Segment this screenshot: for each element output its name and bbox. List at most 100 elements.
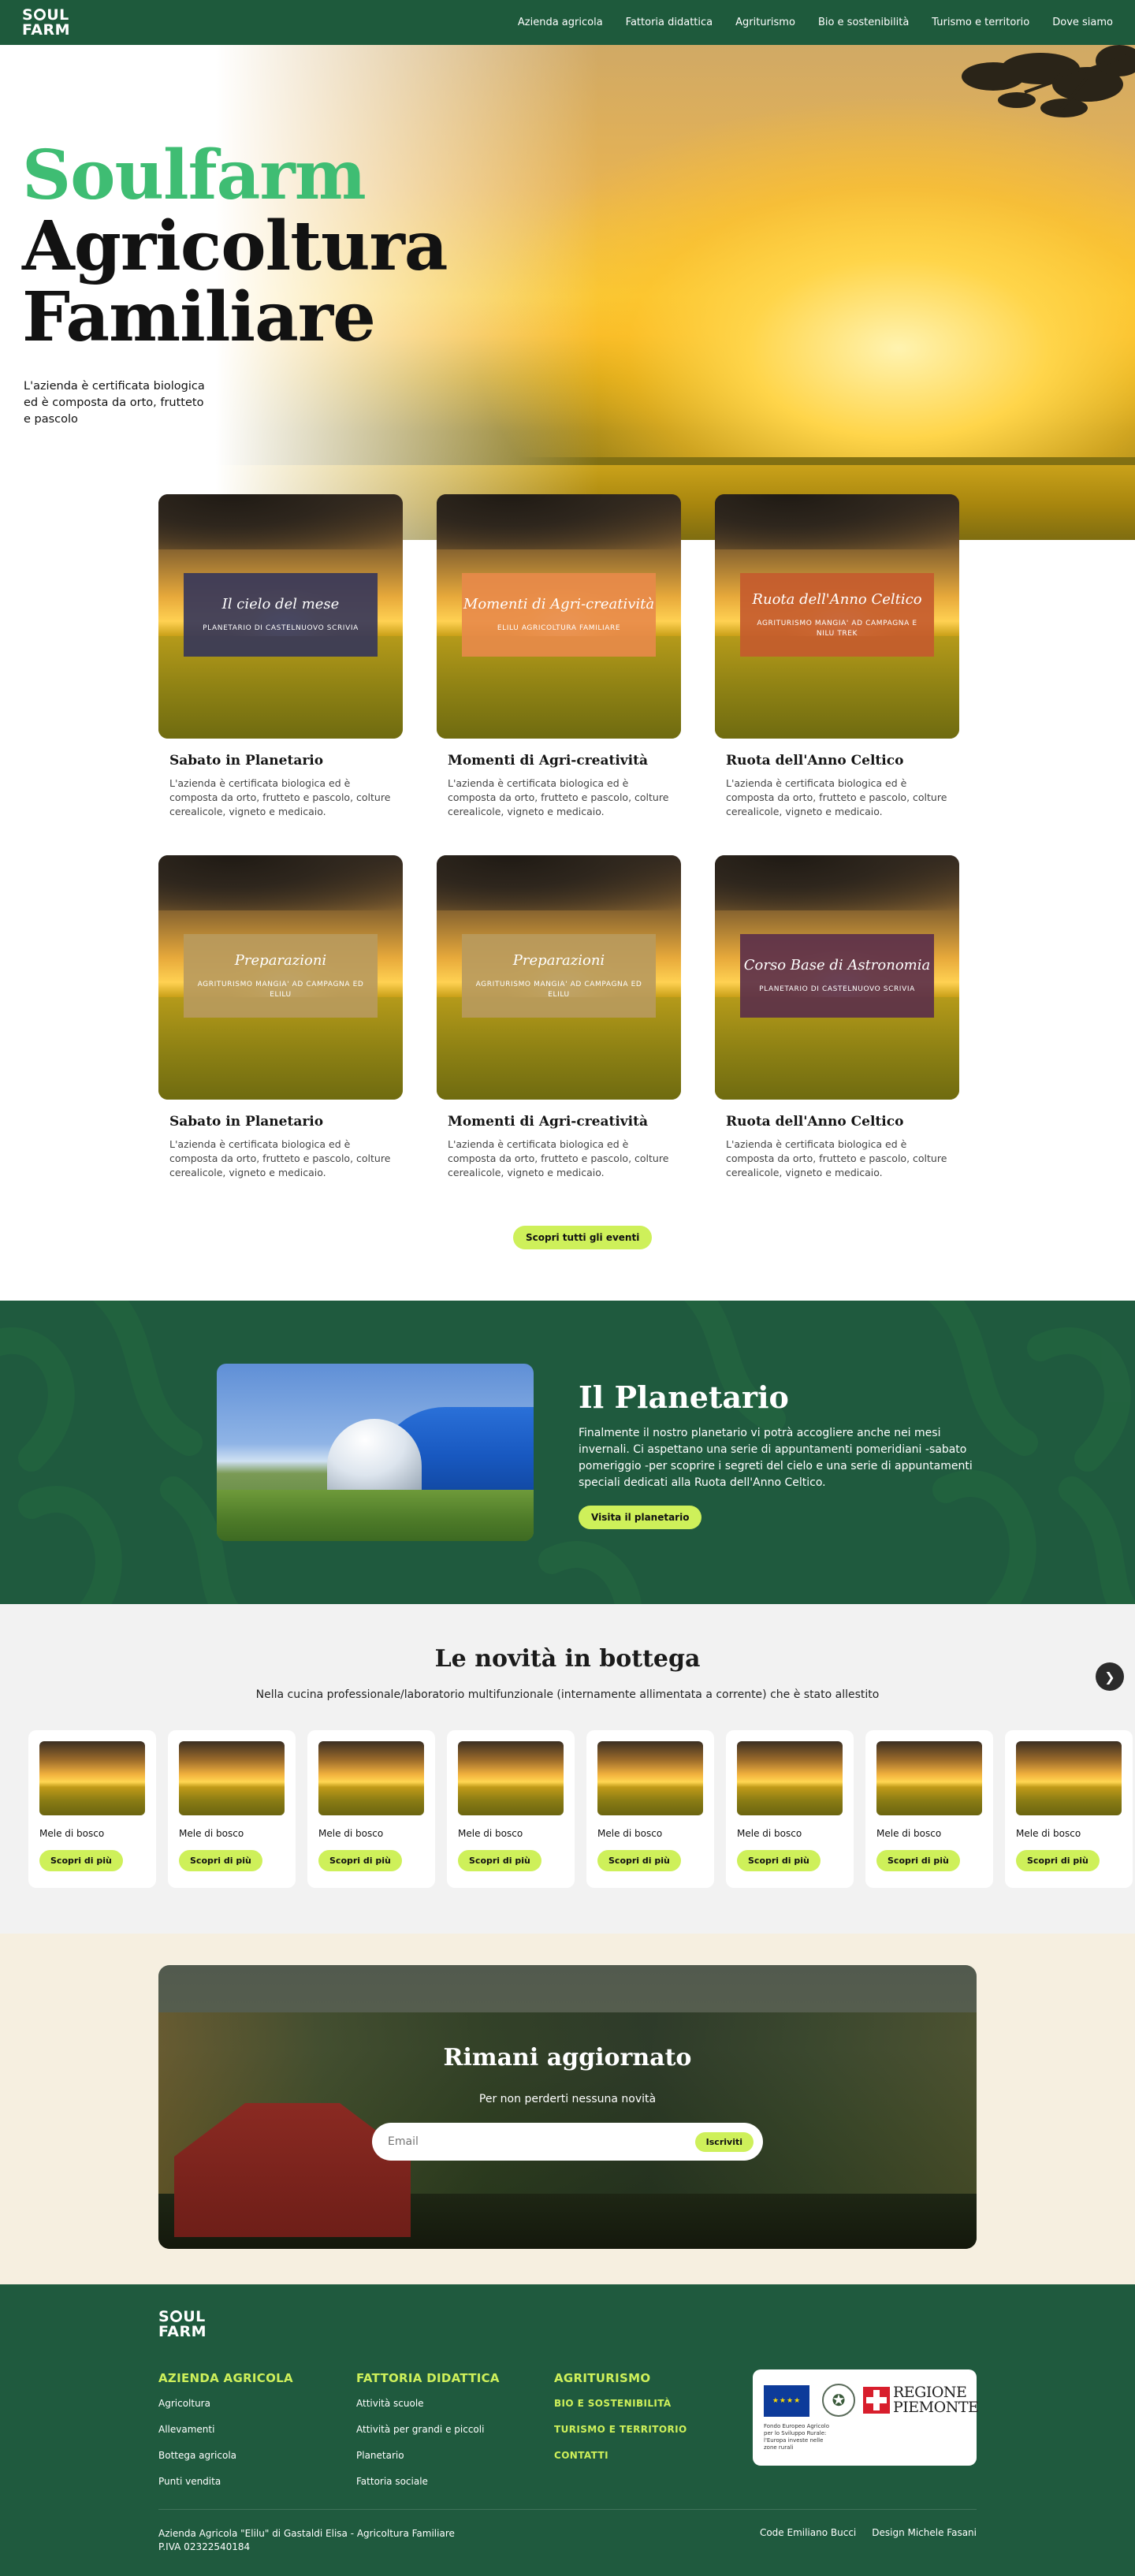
planetario-title: Il Planetario (579, 1379, 789, 1415)
credits: Code Emiliano Bucci Design Michele Fasan… (760, 2527, 977, 2538)
subscribe-button[interactable]: Iscriviti (694, 2132, 754, 2152)
email-input[interactable] (388, 2132, 672, 2151)
event-overlay-subtitle: ELILU AGRICOLTURA FAMILIARE (497, 624, 621, 632)
product-image (597, 1741, 703, 1815)
logo-line-1: S UL (22, 6, 69, 24)
product-name: Mele di bosco (1016, 1828, 1081, 1839)
event-overlay-title: Ruota dell'Anno Celtico (752, 590, 922, 608)
product-card[interactable]: Mele di bosco Scopri di più (586, 1730, 714, 1888)
footer-link-attivita-scuole[interactable]: Attività scuole (356, 2398, 500, 2409)
footer-link-agricoltura[interactable]: Agricoltura (158, 2398, 293, 2409)
event-card[interactable]: Preparazioni AGRITURISMO MANGIA' AD CAMPA… (437, 855, 681, 1180)
nav-item-fattoria-didattica[interactable]: Fattoria didattica (626, 17, 713, 28)
italian-republic-emblem-icon: ✪ (822, 2384, 855, 2417)
hero-title-line-3: Familiare (22, 277, 376, 357)
footer-link-allevamenti[interactable]: Allevamenti (158, 2424, 293, 2435)
eu-flag-icon: ★★★★ (764, 2385, 809, 2417)
regione-piemonte-logo: REGIONE PIEMONTE (893, 2384, 979, 2416)
event-title[interactable]: Sabato in Planetario (169, 753, 403, 769)
logo-line-2: FARM (22, 20, 71, 39)
product-details-button[interactable]: Scopri di più (179, 1850, 262, 1871)
company-info: Azienda Agricola "Elilu" di Gastaldi Eli… (158, 2528, 455, 2552)
event-description: L'azienda è certificata biologica ed è c… (169, 777, 391, 817)
footer-col-azienda: AZIENDA AGRICOLA Agricoltura Allevamenti… (158, 2371, 293, 2502)
newsletter-title: Rimani aggiornato (443, 2044, 692, 2072)
event-overlay-title: Corso Base di Astronomia (743, 957, 931, 973)
event-title[interactable]: Sabato in Planetario (169, 1114, 403, 1130)
product-details-button[interactable]: Scopri di più (876, 1850, 960, 1871)
product-image (458, 1741, 564, 1815)
event-overlay-title: Preparazioni (512, 951, 605, 969)
funding-logos: ★★★★ Fondo Europeo Agricolo per lo Svilu… (753, 2369, 979, 2466)
event-overlay-title: Il cielo del mese (221, 596, 340, 612)
event-card[interactable]: Il cielo del mese PLANETARIO DI CASTELNUO… (158, 494, 403, 819)
top-navbar: S UL FARM Azienda agricola Fattoria didat… (0, 0, 1135, 45)
nav-item-agriturismo[interactable]: Agriturismo (735, 17, 795, 28)
event-image[interactable]: Ruota dell'Anno Celtico AGRITURISMO MANGI… (715, 494, 959, 739)
event-card[interactable]: Ruota dell'Anno Celtico AGRITURISMO MANGI… (715, 494, 959, 819)
event-image[interactable]: Preparazioni AGRITURISMO MANGIA' AD CAMPA… (158, 855, 403, 1100)
footer-col-title: AZIENDA AGRICOLA (158, 2371, 293, 2385)
product-card[interactable]: Mele di bosco Scopri di più (1005, 1730, 1133, 1888)
footer-col-fattoria: FATTORIA DIDATTICA Attività scuole Attiv… (356, 2371, 500, 2502)
event-title[interactable]: Ruota dell'Anno Celtico (726, 753, 959, 769)
product-name: Mele di bosco (318, 1828, 384, 1839)
footer-link-planetario[interactable]: Planetario (356, 2450, 500, 2461)
product-card[interactable]: Mele di bosco Scopri di più (726, 1730, 854, 1888)
product-details-button[interactable]: Scopri di più (1016, 1850, 1100, 1871)
event-title[interactable]: Momenti di Agri-creatività (448, 1114, 681, 1130)
event-image[interactable]: Corso Base di Astronomia PLANETARIO DI CA… (715, 855, 959, 1100)
piemonte-flag-icon (863, 2387, 890, 2414)
product-card[interactable]: Mele di bosco Scopri di più (307, 1730, 435, 1888)
event-card[interactable]: Preparazioni AGRITURISMO MANGIA' AD CAMPA… (158, 855, 403, 1180)
footer-link-bio[interactable]: BIO E SOSTENIBILITÀ (554, 2398, 687, 2409)
chevron-right-icon[interactable]: ❯ (1096, 1662, 1124, 1691)
nav-item-azienda-agricola[interactable]: Azienda agricola (518, 17, 603, 28)
product-card[interactable]: Mele di bosco Scopri di più (447, 1730, 575, 1888)
bottega-title: Le novità in bottega (434, 1645, 701, 1673)
product-card[interactable]: Mele di bosco Scopri di più (28, 1730, 156, 1888)
footer: S UL FARM AZIENDA AGRICOLA Agricoltura Al… (0, 2284, 1135, 2576)
event-image[interactable]: Momenti di Agri-creatività ELILU AGRICOLT… (437, 494, 681, 739)
footer-logo[interactable]: S UL FARM (158, 2310, 207, 2340)
product-image (179, 1741, 285, 1815)
footer-link-attivita-grandi-piccoli[interactable]: Attività per grandi e piccoli (356, 2424, 500, 2435)
event-image[interactable]: Il cielo del mese PLANETARIO DI CASTELNUO… (158, 494, 403, 739)
nav-item-dove-siamo[interactable]: Dove siamo (1052, 17, 1113, 28)
event-overlay: Preparazioni AGRITURISMO MANGIA' AD CAMPA… (462, 934, 656, 1018)
newsletter-section: Rimani aggiornato Per non perderti nessu… (0, 1934, 1135, 2284)
product-details-button[interactable]: Scopri di più (39, 1850, 123, 1871)
event-title[interactable]: Momenti di Agri-creatività (448, 753, 681, 769)
product-card[interactable]: Mele di bosco Scopri di più (168, 1730, 296, 1888)
footer-link-punti-vendita[interactable]: Punti vendita (158, 2476, 293, 2487)
nav-item-turismo-territorio[interactable]: Turismo e territorio (932, 17, 1029, 28)
event-overlay: Momenti di Agri-creatività ELILU AGRICOLT… (462, 573, 656, 657)
event-title[interactable]: Ruota dell'Anno Celtico (726, 1114, 959, 1130)
event-card[interactable]: Momenti di Agri-creatività ELILU AGRICOLT… (437, 494, 681, 819)
product-details-button[interactable]: Scopri di più (597, 1850, 681, 1871)
all-events-button[interactable]: Scopri tutti gli eventi (513, 1226, 653, 1249)
footer-col-title[interactable]: AGRITURISMO (554, 2371, 687, 2385)
product-name: Mele di bosco (876, 1828, 942, 1839)
hero-title-brand: Soulfarm (22, 136, 367, 215)
footer-link-turismo[interactable]: TURISMO E TERRITORIO (554, 2424, 687, 2435)
product-details-button[interactable]: Scopri di più (318, 1850, 402, 1871)
event-description: L'azienda è certificata biologica ed è c… (169, 1138, 391, 1178)
event-card[interactable]: Corso Base di Astronomia PLANETARIO DI CA… (715, 855, 959, 1180)
event-overlay: Il cielo del mese PLANETARIO DI CASTELNUO… (184, 573, 378, 657)
credit-code[interactable]: Code Emiliano Bucci (760, 2527, 856, 2538)
product-details-button[interactable]: Scopri di più (458, 1850, 541, 1871)
logo[interactable]: S UL FARM (22, 6, 71, 39)
eu-fund-text: Fondo Europeo Agricolo per lo Sviluppo R… (764, 2423, 829, 2451)
event-image[interactable]: Preparazioni AGRITURISMO MANGIA' AD CAMPA… (437, 855, 681, 1100)
product-name: Mele di bosco (39, 1828, 105, 1839)
footer-link-contatti[interactable]: CONTATTI (554, 2450, 687, 2461)
product-card[interactable]: Mele di bosco Scopri di più (865, 1730, 993, 1888)
footer-link-fattoria-sociale[interactable]: Fattoria sociale (356, 2476, 500, 2487)
credit-design[interactable]: Design Michele Fasani (872, 2527, 977, 2538)
visit-planetario-button[interactable]: Visita il planetario (579, 1506, 702, 1529)
product-details-button[interactable]: Scopri di più (737, 1850, 821, 1871)
event-overlay: Preparazioni AGRITURISMO MANGIA' AD CAMPA… (184, 934, 378, 1018)
nav-item-bio-sostenibilita[interactable]: Bio e sostenibilità (818, 17, 909, 28)
footer-link-bottega[interactable]: Bottega agricola (158, 2450, 293, 2461)
